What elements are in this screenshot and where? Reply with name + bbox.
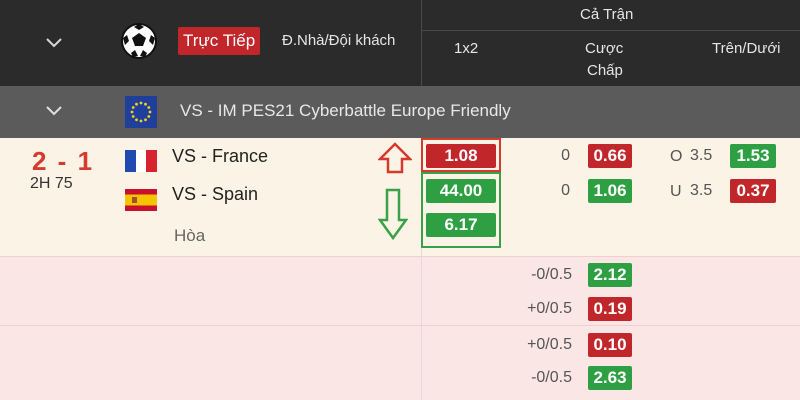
handicap-line-home: 0	[561, 147, 570, 164]
col-1x2-label: 1x2	[454, 40, 479, 57]
header-divider	[421, 0, 422, 86]
handicap-line-away: 0	[561, 182, 570, 199]
over-odds[interactable]: 1.53	[730, 144, 776, 168]
france-flag-icon	[125, 150, 157, 172]
handicap-odds-away[interactable]: 1.06	[588, 179, 632, 203]
draw-label: Hòa	[174, 226, 206, 245]
home-team-name[interactable]: VS - France	[172, 146, 268, 167]
chevron-down-icon[interactable]	[44, 100, 64, 120]
row-separator	[0, 256, 800, 257]
extra-line: -0/0.5	[531, 369, 572, 386]
over-prefix: O	[670, 148, 683, 165]
extra-odds[interactable]: 2.12	[588, 263, 632, 287]
spain-flag-icon	[125, 189, 157, 211]
over-line: 3.5	[690, 147, 713, 164]
league-row[interactable]: VS - IM PES21 Cyberbattle Europe Friendl…	[0, 86, 800, 138]
arrow-down-icon	[377, 188, 409, 241]
league-title[interactable]: VS - IM PES21 Cyberbattle Europe Friendl…	[180, 101, 511, 121]
chevron-down-icon[interactable]	[44, 32, 64, 52]
odds-1x2-home[interactable]: 1.08	[426, 144, 496, 168]
match-minute: 2H 75	[30, 175, 73, 192]
away-team-name[interactable]: VS - Spain	[172, 184, 258, 205]
col-over-under-label: Trên/Dưới	[712, 40, 781, 57]
header-divider-horizontal	[421, 30, 800, 31]
extra-lines-section	[0, 256, 800, 400]
arrow-up-icon	[376, 142, 414, 174]
soccer-ball-icon	[120, 22, 158, 60]
table-header: Trực Tiếp Đ.Nhà/Đội khách Cả Trận 1x2 Cư…	[0, 0, 800, 86]
full-match-label: Cả Trận	[580, 6, 634, 23]
under-odds[interactable]: 0.37	[730, 179, 776, 203]
extra-odds[interactable]: 0.10	[588, 333, 632, 357]
odds-1x2-draw[interactable]: 6.17	[426, 213, 496, 237]
col-handicap-label-2: Chấp	[587, 62, 623, 79]
extra-odds[interactable]: 2.63	[588, 366, 632, 390]
match-score: 2 - 1	[32, 146, 95, 176]
odds-1x2-away[interactable]: 44.00	[426, 179, 496, 203]
col-handicap-label-1: Cược	[585, 40, 624, 57]
live-badge[interactable]: Trực Tiếp	[178, 27, 261, 55]
under-line: 3.5	[690, 182, 713, 199]
handicap-odds-home[interactable]: 0.66	[588, 144, 632, 168]
column-divider	[421, 256, 422, 400]
extra-line: +0/0.5	[527, 336, 572, 353]
extra-line: -0/0.5	[531, 266, 572, 283]
under-prefix: U	[670, 183, 682, 200]
row-separator	[0, 325, 800, 326]
home-away-label[interactable]: Đ.Nhà/Đội khách	[282, 32, 395, 49]
eu-flag-icon	[125, 96, 157, 128]
extra-odds[interactable]: 0.19	[588, 297, 632, 321]
extra-line: +0/0.5	[527, 300, 572, 317]
